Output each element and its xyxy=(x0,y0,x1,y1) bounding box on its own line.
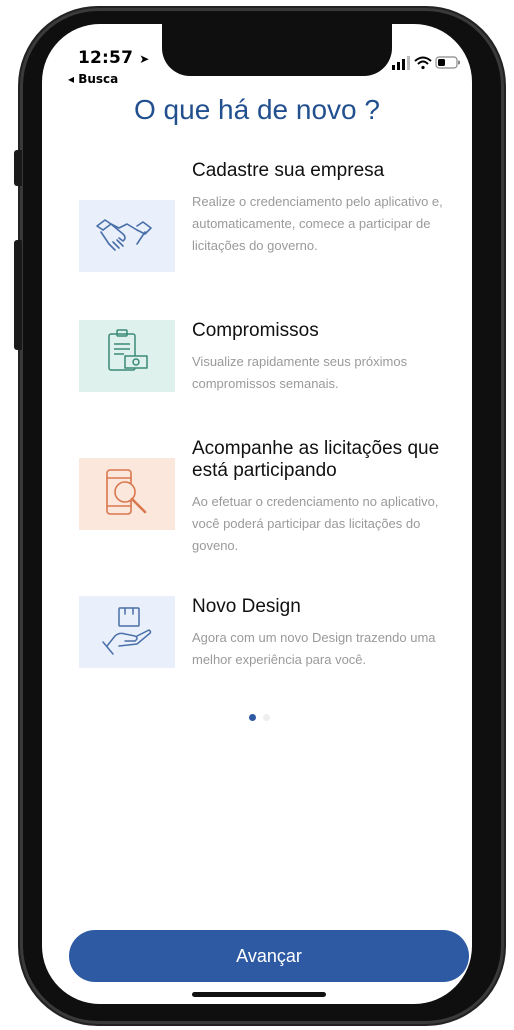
feature-icon-tile xyxy=(79,596,175,668)
feature-title: Acompanhe as licitações que está partici… xyxy=(192,438,440,481)
feature-item: Novo Design Agora com um novo Design tra… xyxy=(79,596,469,686)
battery-icon xyxy=(435,56,460,69)
mute-switch xyxy=(14,150,22,186)
feature-item: Compromissos Visualize rapidamente seus … xyxy=(79,320,469,410)
feature-title: Compromissos xyxy=(192,320,319,341)
feature-item: Cadastre sua empresa Realize o credencia… xyxy=(79,160,469,300)
feature-description: Ao efetuar o credenciamento no aplicativ… xyxy=(192,494,439,553)
status-indicators xyxy=(392,54,462,72)
page-title: O que há de novo ? xyxy=(134,94,380,125)
back-to-busca-link[interactable]: ◂ Busca xyxy=(68,72,118,86)
clipboard-money-icon xyxy=(108,329,148,371)
advance-button[interactable]: Avançar xyxy=(69,930,469,982)
status-time-text: 12:57 xyxy=(78,48,134,68)
pagination-dot-active[interactable] xyxy=(249,714,256,721)
feature-item: Acompanhe as licitações que está partici… xyxy=(79,438,469,578)
feature-title: Cadastre sua empresa xyxy=(192,160,385,181)
notch xyxy=(162,24,392,76)
hand-box-icon xyxy=(102,607,152,655)
phone-search-icon xyxy=(106,469,147,515)
wifi-icon xyxy=(414,56,432,70)
pagination-dot[interactable] xyxy=(263,714,270,721)
location-arrow-icon: ➤ xyxy=(139,52,150,66)
handshake-icon xyxy=(96,219,152,251)
feature-description: Realize o credenciamento pelo aplicativo… xyxy=(192,194,443,253)
feature-icon-tile xyxy=(79,320,175,392)
volume-button xyxy=(14,240,22,350)
home-indicator[interactable] xyxy=(192,992,326,997)
signal-icon xyxy=(392,56,410,70)
feature-description: Agora com um novo Design trazendo uma me… xyxy=(192,630,436,667)
feature-icon-tile xyxy=(79,200,175,272)
status-time: 12:57 ➤ xyxy=(78,48,150,68)
feature-title: Novo Design xyxy=(192,596,301,617)
feature-icon-tile xyxy=(79,458,175,530)
app-screen: 12:57 ➤ ◂ Busca O que há de novo ? Cadas… xyxy=(42,24,472,1004)
feature-description: Visualize rapidamente seus próximos comp… xyxy=(192,354,408,391)
